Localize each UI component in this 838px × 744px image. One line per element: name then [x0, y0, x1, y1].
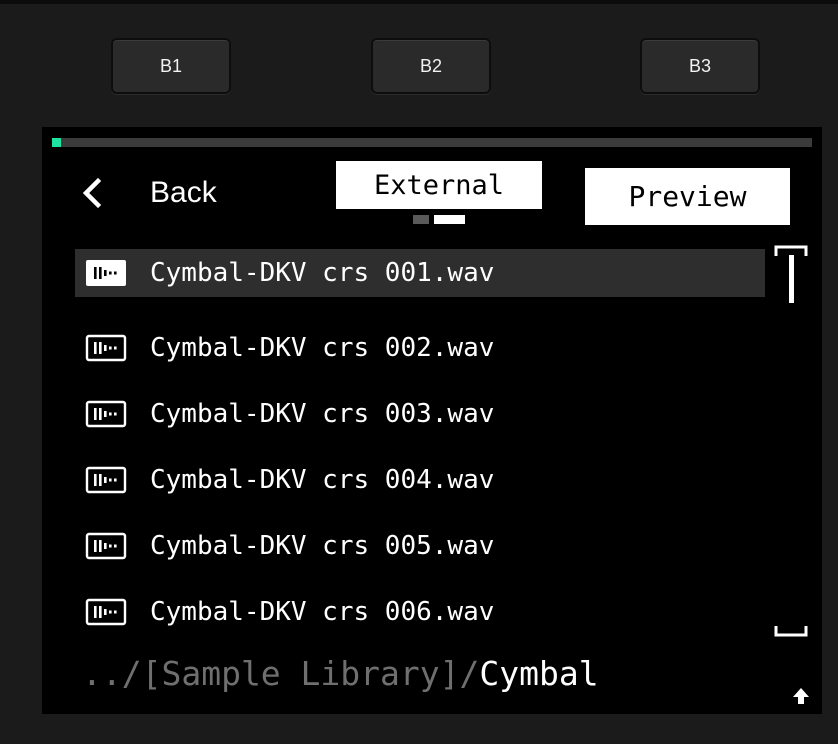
page-dot-2 [434, 215, 465, 224]
arrow-up-icon[interactable] [790, 685, 812, 707]
file-row[interactable]: Cymbal-DKV crs 004.wav [75, 447, 765, 513]
scroll-thumb[interactable] [789, 255, 794, 303]
back-label: Back [150, 176, 217, 209]
b3-button[interactable]: B3 [640, 38, 760, 94]
file-name: Cymbal-DKV crs 003.wav [150, 399, 495, 429]
scrollbar[interactable] [774, 245, 808, 637]
progress-fill [52, 138, 62, 147]
file-list: Cymbal-DKV crs 001.wav Cymbal-DKV crs 002… [75, 249, 765, 645]
audio-file-icon [85, 334, 127, 362]
file-row[interactable]: Cymbal-DKV crs 003.wav [75, 381, 765, 447]
preview-button[interactable]: Preview [585, 168, 790, 225]
file-name: Cymbal-DKV crs 002.wav [150, 333, 495, 363]
audio-file-icon [85, 532, 127, 560]
device-panel: B1 B2 B3 Back External Preview Cymbal-DK… [0, 0, 838, 744]
progress-bar [52, 138, 812, 147]
audio-file-icon [85, 400, 127, 428]
file-name: Cymbal-DKV crs 004.wav [150, 465, 495, 495]
file-row[interactable]: Cymbal-DKV crs 006.wav [75, 579, 765, 645]
page-dot-1 [413, 215, 429, 224]
file-row[interactable]: Cymbal-DKV crs 001.wav [75, 249, 765, 297]
b1-button[interactable]: B1 [111, 38, 231, 94]
page-indicator [413, 215, 465, 224]
b2-button[interactable]: B2 [371, 38, 491, 94]
display-screen: Back External Preview Cymbal-DKV crs 001… [42, 127, 822, 714]
scroll-cap-bottom [774, 626, 808, 637]
file-name: Cymbal-DKV crs 001.wav [150, 258, 495, 288]
audio-file-icon [85, 598, 127, 626]
file-row[interactable]: Cymbal-DKV crs 005.wav [75, 513, 765, 579]
back-button[interactable]: Back [78, 173, 217, 213]
file-name: Cymbal-DKV crs 006.wav [150, 597, 495, 627]
audio-file-icon [85, 466, 127, 494]
chevron-left-icon [82, 177, 102, 209]
path-current-folder: Cymbal [479, 653, 599, 693]
file-row[interactable]: Cymbal-DKV crs 002.wav [75, 315, 765, 381]
panel-edge [0, 0, 838, 4]
source-tab-external[interactable]: External [336, 161, 542, 209]
file-name: Cymbal-DKV crs 005.wav [150, 531, 495, 561]
folder-path: ../[Sample Library]/Cymbal [82, 649, 599, 697]
audio-file-icon [86, 260, 126, 286]
path-prefix: ../[Sample Library]/ [82, 653, 480, 693]
